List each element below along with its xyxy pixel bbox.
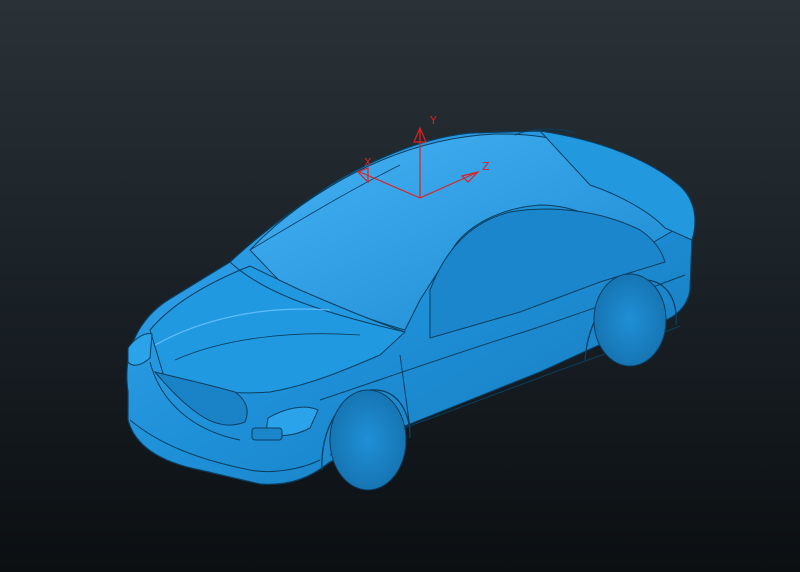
rear-wheel[interactable] bbox=[593, 273, 667, 367]
triad-x-label: X bbox=[364, 156, 372, 169]
front-wheel[interactable] bbox=[329, 389, 407, 491]
viewport-canvas[interactable]: Y X Z bbox=[0, 0, 800, 572]
car-body-model[interactable] bbox=[126, 128, 696, 491]
triad-y-label: Y bbox=[429, 114, 437, 127]
triad-z-label: Z bbox=[482, 160, 490, 173]
3d-viewport[interactable]: Y X Z bbox=[0, 0, 800, 572]
fog-light bbox=[251, 427, 283, 441]
